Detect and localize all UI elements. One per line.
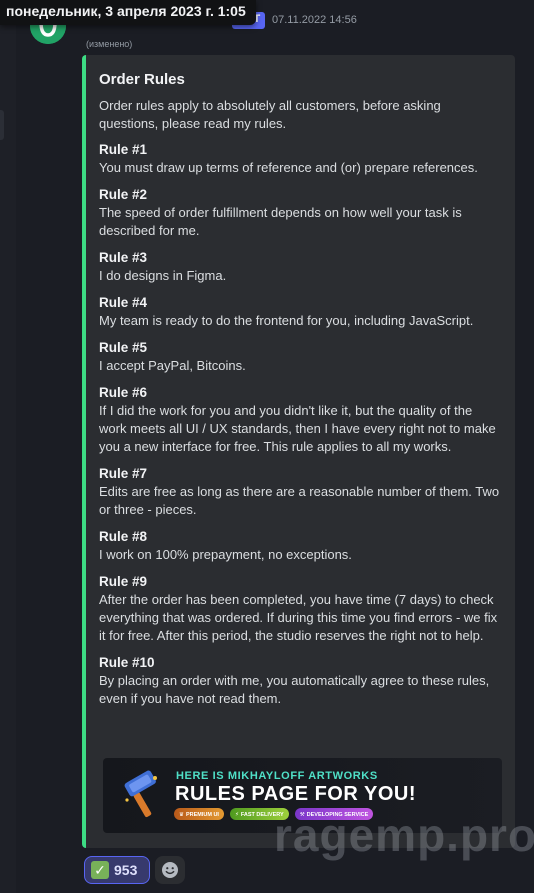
banner-chip: ♛ PREMIUM UI [174,808,224,820]
rule-name: Rule #8 [99,529,148,544]
rule-name: Rule #9 [99,574,148,589]
banner-top-text: HERE IS MIKHAYLOFF ARTWORKS [176,770,378,782]
rule-text: I work on 100% prepayment, no exceptions… [99,547,352,562]
rule-text: I do designs in Figma. [99,268,227,283]
embed-description: Order rules apply to absolutely all cust… [99,98,441,131]
rail-indicator [0,110,4,140]
rule-item: Rule #9 After the order has been complet… [99,573,501,645]
reaction-count: 953 [114,862,138,878]
embed: Order Rules Order rules apply to absolut… [82,55,515,848]
bolt-icon: ⚡ [234,811,239,818]
banner-headline: RULES PAGE FOR YOU! [175,783,417,805]
left-rail [0,0,16,893]
timestamp-tooltip: понедельник, 3 апреля 2023 г. 1:05 [0,0,256,25]
rule-item: Rule #7 Edits are free as long as there … [99,465,501,519]
rule-item: Rule #1 You must draw up terms of refere… [99,141,501,177]
rule-text: By placing an order with me, you automat… [99,673,490,706]
rule-item: Rule #4 My team is ready to do the front… [99,294,501,330]
add-reaction-button[interactable] [155,856,185,884]
embed-title: Order Rules [99,71,185,88]
rule-name: Rule #4 [99,295,148,310]
rule-name: Rule #10 [99,655,155,670]
gavel-icon [119,770,165,827]
rule-text: My team is ready to do the frontend for … [99,313,474,328]
rule-name: Rule #6 [99,385,148,400]
rule-name: Rule #1 [99,142,148,157]
rule-item: Rule #2 The speed of order fulfillment d… [99,186,501,240]
white-check-mark-icon: ✓ [91,861,109,879]
rule-text: Edits are free as long as there are a re… [99,484,500,517]
rule-name: Rule #3 [99,250,148,265]
rule-item: Rule #10 By placing an order with me, yo… [99,654,501,708]
rule-item: Rule #3 I do designs in Figma. [99,249,501,285]
edited-label: (изменено) [86,39,133,49]
watermark: ragemp.pro [274,809,534,861]
rule-item: Rule #5 I accept PayPal, Bitcoins. [99,339,501,375]
rule-name: Rule #7 [99,466,148,481]
rule-text: I accept PayPal, Bitcoins. [99,358,246,373]
reaction-check[interactable]: ✓ 953 [84,856,150,884]
rule-text: The speed of order fulfillment depends o… [99,205,462,238]
rule-name: Rule #2 [99,187,148,202]
rule-text: After the order has been completed, you … [99,592,498,643]
crown-icon: ♛ [179,811,184,818]
rule-item: Rule #8 I work on 100% prepayment, no ex… [99,528,501,564]
rule-text: You must draw up terms of reference and … [99,160,478,175]
message-timestamp[interactable]: 07.11.2022 14:56 [272,14,357,26]
rule-text: If I did the work for you and you didn't… [99,403,496,454]
rule-name: Rule #5 [99,340,148,355]
rule-item: Rule #6 If I did the work for you and yo… [99,384,501,456]
smiley-icon [162,862,178,878]
